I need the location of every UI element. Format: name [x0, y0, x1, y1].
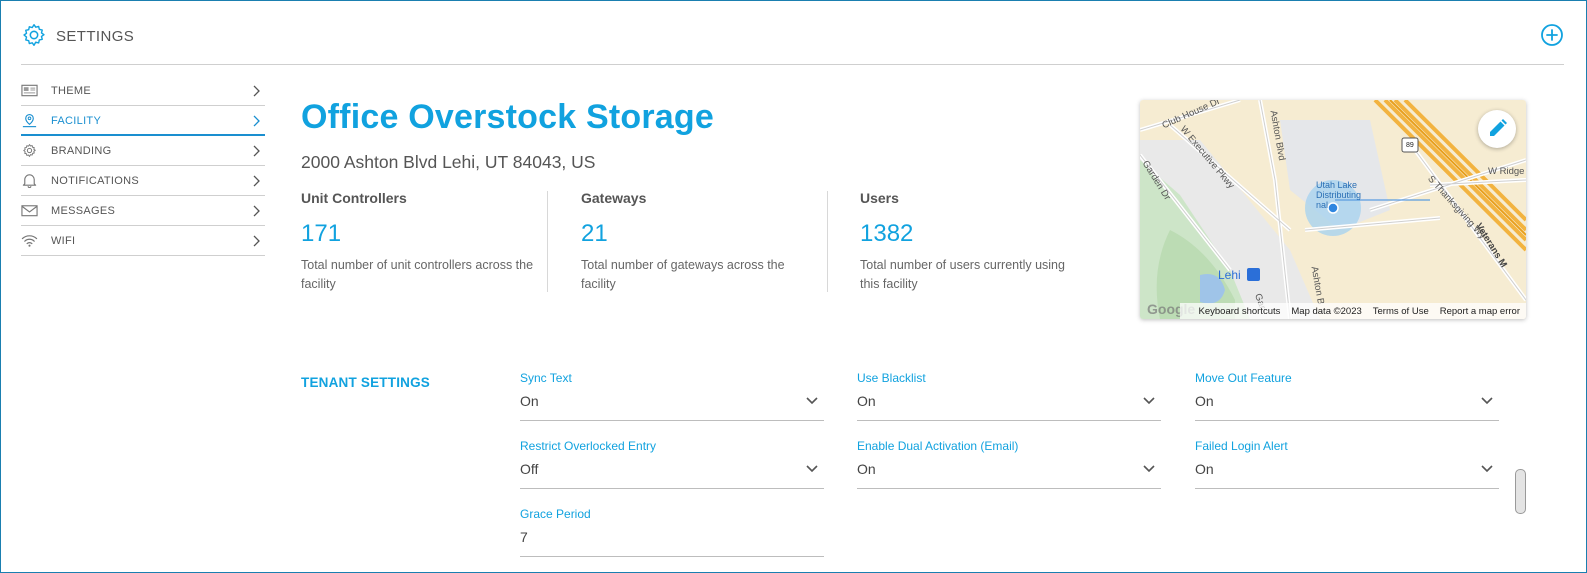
field-value: On: [857, 461, 876, 477]
sidebar-item-label: WIFI: [51, 235, 76, 247]
stat-unit-controllers: Unit Controllers 171 Total number of uni…: [301, 190, 541, 294]
sidebar-item-label: FACILITY: [51, 115, 102, 127]
failed-login-alert-select[interactable]: Failed Login Alert On: [1195, 439, 1499, 489]
chevron-right-icon: [253, 175, 260, 187]
sidebar-item-wifi[interactable]: WIFI: [21, 226, 265, 256]
sidebar-item-label: THEME: [51, 85, 91, 97]
gear-icon: [23, 144, 36, 157]
facility-name: Office Overstock Storage: [301, 98, 714, 136]
field-value: 7: [520, 529, 528, 545]
map-poi-label: Utah Lake Distributing nal: [1316, 180, 1362, 210]
report-map-error-link[interactable]: Report a map error: [1440, 306, 1520, 317]
chevron-right-icon: [253, 145, 260, 157]
chevron-right-icon: [253, 235, 260, 247]
map-street-label: W Ridge: [1488, 166, 1525, 177]
field-label: Grace Period: [520, 507, 591, 521]
theme-icon: [21, 84, 38, 97]
sidebar-item-label: NOTIFICATIONS: [51, 175, 140, 187]
field-label: Move Out Feature: [1195, 371, 1292, 385]
stat-gateways: Gateways 21 Total number of gateways acr…: [581, 190, 821, 294]
stat-divider: [547, 191, 548, 292]
sidebar: THEME FACILITY BRANDING NOTIFICATIONS ME…: [21, 76, 265, 256]
stat-description: Total number of users currently using th…: [860, 258, 1065, 291]
wifi-icon: [21, 235, 38, 247]
use-blacklist-select[interactable]: Use Blacklist On: [857, 371, 1161, 421]
facility-address: 2000 Ashton Blvd Lehi, UT 84043, US: [301, 152, 596, 172]
map-place-label: Lehi: [1218, 268, 1241, 282]
restrict-overlocked-entry-select[interactable]: Restrict Overlocked Entry Off: [520, 439, 824, 489]
field-label: Sync Text: [520, 371, 572, 385]
field-value: Off: [520, 461, 539, 477]
stat-divider: [827, 191, 828, 292]
settings-header: SETTINGS: [21, 19, 1564, 65]
chevron-right-icon: [253, 115, 260, 127]
stat-users: Users 1382 Total number of users current…: [860, 190, 1100, 294]
field-label: Restrict Overlocked Entry: [520, 439, 657, 453]
stat-value: 1382: [860, 220, 914, 247]
sidebar-item-theme[interactable]: THEME: [21, 76, 265, 106]
field-label: Enable Dual Activation (Email): [857, 439, 1019, 453]
tenant-settings-title: TENANT SETTINGS: [301, 375, 431, 390]
terms-link[interactable]: Terms of Use: [1373, 306, 1429, 317]
enable-dual-activation-select[interactable]: Enable Dual Activation (Email) On: [857, 439, 1161, 489]
stat-description: Total number of gateways across the faci…: [581, 258, 785, 291]
chevron-down-icon: [1143, 465, 1155, 473]
stat-value: 21: [581, 220, 608, 247]
move-out-feature-select[interactable]: Move Out Feature On: [1195, 371, 1499, 421]
sidebar-item-label: BRANDING: [51, 145, 112, 157]
map-data-label: Map data ©2023: [1291, 305, 1362, 317]
chevron-right-icon: [253, 85, 260, 97]
location-icon: [22, 113, 37, 128]
sidebar-item-label: MESSAGES: [51, 205, 116, 217]
stat-value: 171: [301, 220, 342, 247]
stat-description: Total number of unit controllers across …: [301, 258, 534, 291]
stat-label: Gateways: [581, 190, 647, 206]
stat-label: Users: [860, 190, 899, 206]
field-value: On: [1195, 393, 1214, 409]
field-label: Failed Login Alert: [1195, 439, 1288, 453]
bell-icon: [22, 174, 37, 188]
chevron-down-icon: [1143, 397, 1155, 405]
sidebar-item-messages[interactable]: MESSAGES: [21, 196, 265, 226]
field-label: Use Blacklist: [857, 371, 926, 385]
page-title: SETTINGS: [56, 28, 135, 45]
pencil-icon: [1490, 119, 1507, 136]
stat-label: Unit Controllers: [301, 190, 407, 206]
chevron-down-icon: [1481, 465, 1493, 473]
envelope-icon: [21, 205, 38, 217]
scrollbar-thumb[interactable]: [1515, 469, 1526, 514]
field-value: On: [857, 393, 876, 409]
gear-icon: [23, 24, 45, 46]
plus-circle-icon[interactable]: [1540, 23, 1564, 47]
chevron-right-icon: [253, 205, 260, 217]
field-value: On: [1195, 461, 1214, 477]
sidebar-item-branding[interactable]: BRANDING: [21, 136, 265, 166]
sidebar-item-facility[interactable]: FACILITY: [21, 106, 265, 136]
keyboard-shortcuts-link[interactable]: Keyboard shortcuts: [1199, 306, 1281, 317]
sync-text-select[interactable]: Sync Text On: [520, 371, 824, 421]
edit-location-button[interactable]: [1478, 110, 1516, 148]
facility-map[interactable]: Club House Dr Ashton Blvd W Executive Pk…: [1140, 100, 1526, 319]
chevron-down-icon: [806, 465, 818, 473]
field-value: On: [520, 393, 539, 409]
map-footer: Keyboard shortcuts Map data ©2023 Terms …: [1180, 303, 1526, 319]
chevron-down-icon: [1481, 397, 1493, 405]
sidebar-item-notifications[interactable]: NOTIFICATIONS: [21, 166, 265, 196]
grace-period-input[interactable]: Grace Period 7: [520, 507, 824, 557]
chevron-down-icon: [806, 397, 818, 405]
route-shield-label: 89: [1406, 142, 1414, 149]
